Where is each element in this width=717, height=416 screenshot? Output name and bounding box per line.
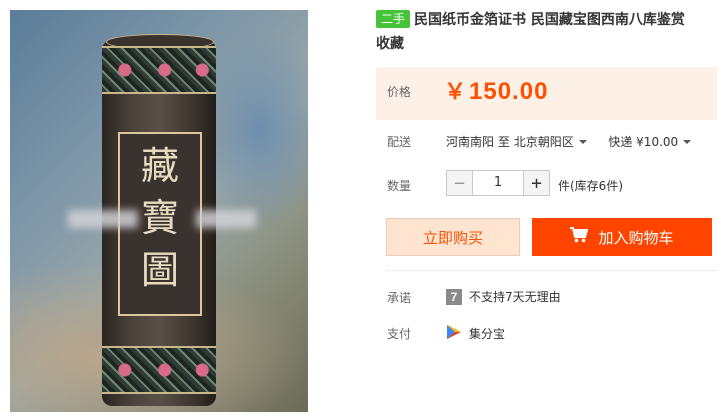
quantity-increment-button[interactable]: + — [523, 170, 550, 196]
currency-symbol: ￥ — [444, 79, 468, 104]
quantity-input[interactable]: 1 — [473, 170, 523, 196]
product-photo[interactable]: 藏寶圖 — [10, 10, 308, 412]
ship-from: 河南南阳 — [446, 135, 495, 149]
shipping-method-select[interactable]: 快递 ¥10.00 — [608, 135, 692, 149]
quantity-label: 数量 — [387, 179, 412, 193]
watermark-blur-right — [196, 210, 256, 228]
product-title-row: 二手 民国纸币金箔证书 民国藏宝图西南八库鉴赏 — [376, 10, 717, 31]
promise-info[interactable]: 7 不支持7天无理由 — [446, 288, 561, 305]
payment-label: 支付 — [387, 327, 412, 341]
product-info: 二手 民国纸币金箔证书 民国藏宝图西南八库鉴赏 收藏 — [376, 10, 717, 55]
stock-info: 件(库存6件) — [558, 179, 623, 193]
tube-title: 藏寶圖 — [140, 144, 179, 292]
payment-method: 集分宝 — [469, 327, 506, 341]
chevron-down-icon — [578, 140, 587, 144]
promise-label: 承诺 — [387, 291, 412, 305]
product-title: 民国纸币金箔证书 民国藏宝图西南八库鉴赏 — [414, 12, 685, 28]
seven-day-return-icon: 7 — [446, 288, 462, 305]
destination-value: 北京朝阳区 — [513, 135, 574, 149]
price-label: 价格 — [387, 85, 412, 99]
watermark-blur-left — [68, 210, 138, 228]
price-amount: 150.00 — [469, 78, 549, 105]
quantity-decrement-button[interactable]: − — [446, 170, 473, 196]
shipping-label: 配送 — [387, 135, 412, 149]
price-value: ￥150.00 — [444, 74, 548, 106]
price-panel: 价格 ￥150.00 — [376, 67, 717, 120]
divider — [386, 270, 717, 271]
buy-now-button[interactable]: 立即购买 — [386, 218, 520, 256]
tube-pattern-band-top — [102, 46, 216, 94]
shipping-method-value: 快递 ¥10.00 — [608, 135, 679, 149]
quantity-stepper: − 1 + — [446, 170, 550, 196]
payment-info[interactable]: 集分宝 — [446, 324, 505, 343]
chevron-down-icon — [683, 140, 692, 144]
ship-to-word: 至 — [497, 135, 510, 149]
shipping-info: 河南南阳 至 北京朝阳区 快递 ¥10.00 — [446, 133, 692, 150]
promise-text: 不支持7天无理由 — [469, 290, 561, 304]
add-to-cart-button[interactable]: 加入购物车 — [532, 218, 712, 256]
destination-select[interactable]: 北京朝阳区 — [514, 135, 587, 149]
condition-badge: 二手 — [376, 10, 411, 28]
product-title-continued: 收藏 — [376, 36, 404, 52]
jifenbao-icon — [446, 324, 462, 343]
add-to-cart-label: 加入购物车 — [598, 228, 674, 247]
tube-pattern-band-bottom — [102, 346, 216, 394]
cart-icon — [570, 227, 589, 247]
